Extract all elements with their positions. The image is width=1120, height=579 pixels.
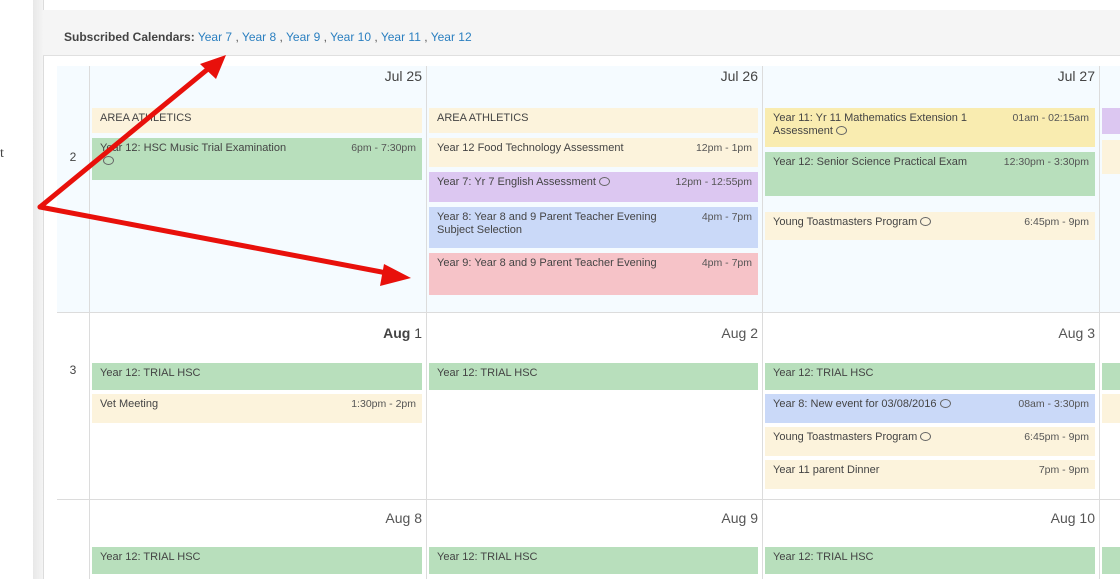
event-trial-hsc[interactable]: Year 12: TRIAL HSC (429, 547, 758, 574)
day-cell[interactable]: Aug 1 Year 12: TRIAL HSC Vet Meeting 1:3… (90, 313, 427, 499)
event-time: 12pm - 1pm (695, 142, 752, 154)
day-cell[interactable]: Aug 10 Year 12: TRIAL HSC (763, 500, 1100, 579)
subscribed-calendars-bar: Subscribed Calendars: Year 7 , Year 8 , … (43, 10, 1120, 56)
calendar-link-year11[interactable]: Year 11 (381, 30, 421, 44)
day-cell[interactable]: Aug 9 Year 12: TRIAL HSC (427, 500, 763, 579)
subscribed-label: Subscribed Calendars: (64, 30, 195, 44)
day-cell[interactable]: Jul 25 AREA ATHLETICS Year 12: HSC Music… (90, 66, 427, 312)
event-trial-hsc[interactable]: Year 12: TRIAL HSC (765, 363, 1095, 390)
event-time: 01am - 02:15am (1012, 112, 1089, 124)
event-partial[interactable] (1102, 108, 1120, 134)
event-time: 1:30pm - 2pm (351, 398, 416, 410)
event-year9-parent-teacher[interactable]: Year 9: Year 8 and 9 Parent Teacher Even… (429, 253, 758, 295)
calendar-link-year8[interactable]: Year 8 (242, 30, 276, 44)
event-time: 4pm - 7pm (701, 211, 752, 223)
day-date: Aug 2 (721, 325, 758, 341)
comment-icon (920, 217, 932, 226)
event-area-athletics[interactable]: AREA ATHLETICS (92, 108, 422, 133)
event-hsc-music-trial[interactable]: Year 12: HSC Music Trial Examination 6pm… (92, 138, 422, 180)
day-date: Jul 25 (384, 68, 422, 84)
event-year8-parent-teacher[interactable]: Year 8: Year 8 and 9 Parent Teacher Even… (429, 207, 758, 248)
event-time: 6:45pm - 9pm (1024, 431, 1089, 443)
day-date: Aug 9 (721, 510, 758, 526)
event-time: 4pm - 7pm (701, 257, 752, 269)
event-title: Year 12: TRIAL HSC (100, 367, 201, 379)
event-title: Young Toastmasters Program (773, 216, 918, 228)
day-date: Aug 8 (385, 510, 422, 526)
calendar-link-year9[interactable]: Year 9 (286, 30, 320, 44)
comment-icon (103, 156, 114, 165)
day-cell[interactable]: Jul 27 Year 11: Yr 11 Mathematics Extens… (763, 66, 1100, 312)
event-title: Year 7: Yr 7 English Assessment (437, 176, 596, 188)
event-title: Year 12: TRIAL HSC (773, 551, 874, 563)
calendar-link-year12[interactable]: Year 12 (431, 30, 472, 44)
window-left-frame (33, 0, 44, 579)
week-row: Aug 8 Year 12: TRIAL HSC Aug 9 Year 12: … (57, 500, 1120, 579)
event-year8-new-event[interactable]: Year 8: New event for 03/08/2016 08am - … (765, 394, 1095, 423)
day-cell-partial[interactable] (1100, 66, 1120, 312)
event-time: 7pm - 9pm (1038, 464, 1089, 476)
event-title: AREA ATHLETICS (437, 112, 529, 124)
week-row: 3 Aug 1 Year 12: TRIAL HSC Vet Meeting 1… (57, 313, 1120, 500)
event-trial-hsc[interactable]: Year 12: TRIAL HSC (429, 363, 758, 390)
event-trial-hsc[interactable]: Year 12: TRIAL HSC (92, 363, 422, 390)
event-food-technology[interactable]: Year 12 Food Technology Assessment 12pm … (429, 138, 758, 167)
event-senior-science-practical[interactable]: Year 12: Senior Science Practical Exam 1… (765, 152, 1095, 196)
day-date: Jul 27 (1057, 68, 1095, 84)
event-title: AREA ATHLETICS (100, 112, 192, 124)
calendar-link-year7[interactable]: Year 7 (198, 30, 232, 44)
event-trial-hsc[interactable]: Year 12: TRIAL HSC (92, 547, 422, 574)
comment-icon (939, 399, 951, 408)
day-cell[interactable]: Aug 8 Year 12: TRIAL HSC (90, 500, 427, 579)
event-trial-hsc[interactable]: Year 12: TRIAL HSC (765, 547, 1095, 574)
day-date: Jul 26 (720, 68, 758, 84)
event-title: Year 12: TRIAL HSC (773, 367, 874, 379)
event-time: 6pm - 7:30pm (351, 142, 416, 154)
calendar-month-grid: 2 Jul 25 AREA ATHLETICS Year 12: HSC Mus… (57, 66, 1120, 579)
day-cell-partial[interactable] (1100, 313, 1120, 499)
day-cell[interactable]: Aug 3 Year 12: TRIAL HSC Year 8: New eve… (763, 313, 1100, 499)
event-title: Year 8: New event for 03/08/2016 (773, 398, 937, 410)
event-year11-parent-dinner[interactable]: Year 11 parent Dinner 7pm - 9pm (765, 460, 1095, 489)
calendar-link-year10[interactable]: Year 10 (330, 30, 371, 44)
event-yr11-maths-extension[interactable]: Year 11: Yr 11 Mathematics Extension 1 A… (765, 108, 1095, 147)
event-partial[interactable] (1102, 547, 1120, 574)
event-vet-meeting[interactable]: Vet Meeting 1:30pm - 2pm (92, 394, 422, 423)
event-yr7-english[interactable]: Year 7: Yr 7 English Assessment 12pm - 1… (429, 172, 758, 202)
comment-icon (920, 432, 932, 441)
week-number (57, 500, 90, 579)
event-young-toastmasters[interactable]: Young Toastmasters Program 6:45pm - 9pm (765, 427, 1095, 456)
week-number: 2 (57, 66, 90, 312)
comment-icon (835, 126, 847, 135)
event-area-athletics[interactable]: AREA ATHLETICS (429, 108, 758, 133)
event-time: 6:45pm - 9pm (1024, 216, 1089, 228)
event-title: Year 11: Yr 11 Mathematics Extension 1 A… (773, 112, 968, 137)
week-number: 3 (57, 313, 90, 499)
day-date: Aug 10 (1050, 510, 1095, 526)
cropped-left-text: t (0, 146, 4, 161)
comment-icon (598, 177, 610, 186)
event-title: Young Toastmasters Program (773, 431, 918, 443)
event-young-toastmasters[interactable]: Young Toastmasters Program 6:45pm - 9pm (765, 212, 1095, 240)
day-date: Aug 1 (383, 325, 422, 341)
event-title: Year 12: TRIAL HSC (100, 551, 201, 563)
day-cell[interactable]: Jul 26 AREA ATHLETICS Year 12 Food Techn… (427, 66, 763, 312)
event-time: 08am - 3:30pm (1018, 398, 1089, 410)
event-partial[interactable] (1102, 140, 1120, 174)
event-partial[interactable] (1102, 394, 1120, 423)
day-cell[interactable]: Aug 2 Year 12: TRIAL HSC (427, 313, 763, 499)
event-partial[interactable] (1102, 363, 1120, 390)
day-date: Aug 3 (1058, 325, 1095, 341)
event-time: 12:30pm - 3:30pm (1003, 156, 1089, 168)
day-cell-partial[interactable] (1100, 500, 1120, 579)
event-title: Year 12: TRIAL HSC (437, 367, 538, 379)
week-row: 2 Jul 25 AREA ATHLETICS Year 12: HSC Mus… (57, 66, 1120, 313)
event-time: 12pm - 12:55pm (675, 176, 752, 188)
event-title: Year 12: TRIAL HSC (437, 551, 538, 563)
